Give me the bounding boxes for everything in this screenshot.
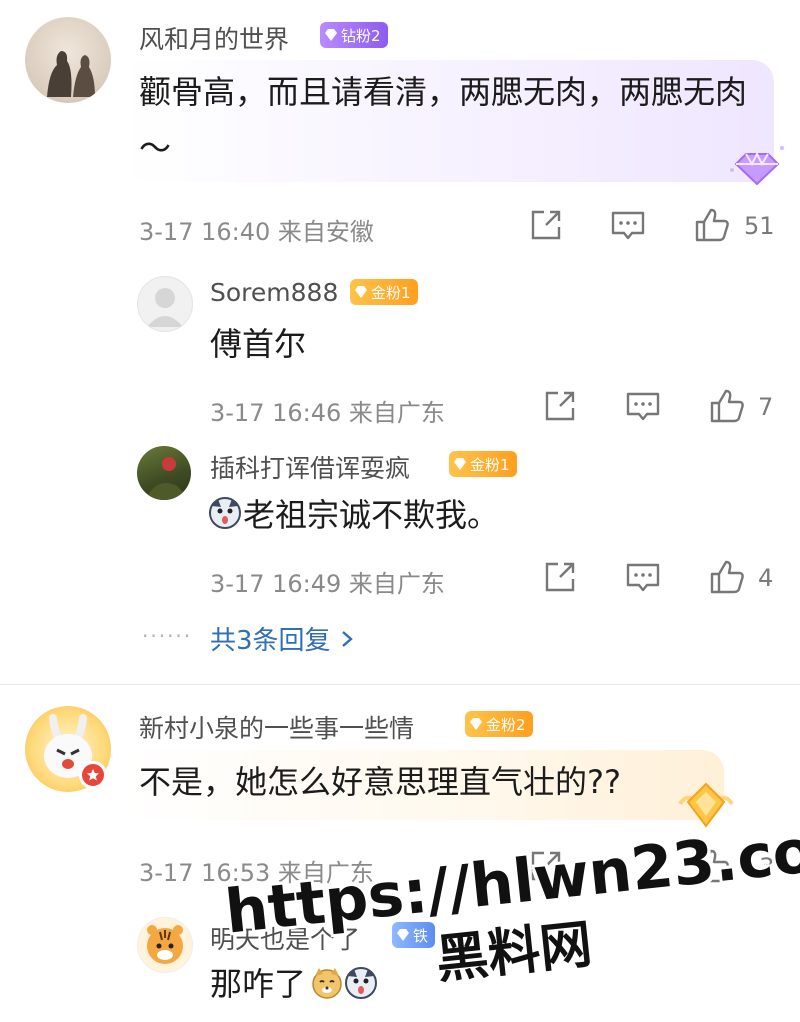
comment-divider	[0, 684, 800, 685]
avatar[interactable]	[25, 17, 111, 103]
share-icon[interactable]	[526, 205, 566, 245]
avatar-image	[145, 457, 191, 500]
fan-badge[interactable]: 金粉1	[449, 451, 517, 477]
more-dots: ······	[142, 624, 193, 648]
reply-username[interactable]: Sorem888	[210, 278, 338, 307]
husky-emoji-icon	[345, 967, 377, 999]
doge-emoji-icon	[312, 968, 342, 999]
gold-gem-icon	[355, 286, 367, 298]
tiger-avatar-icon	[147, 925, 183, 964]
comment-icon[interactable]	[608, 205, 648, 245]
watermark-site-name: 黑料网	[433, 914, 595, 991]
comment-text: 颧骨高，而且请看清，两腮无肉，两腮无肉～	[139, 73, 748, 167]
diamond-icon	[325, 29, 337, 41]
diamond-decoration-icon	[730, 146, 784, 186]
reply-text: 那咋了	[210, 965, 307, 1003]
view-more-replies-link[interactable]: 共3条回复	[210, 620, 355, 657]
fan-badge[interactable]: 金粉1	[350, 279, 418, 305]
gold-gem-icon	[454, 458, 466, 470]
thumbs-up-icon[interactable]	[692, 205, 732, 245]
like-count: 51	[744, 212, 775, 240]
fan-badge-label: 金粉1	[470, 455, 510, 474]
fan-badge-label: 金粉2	[486, 715, 526, 734]
fan-badge[interactable]: 金粉2	[465, 711, 533, 737]
comment-username[interactable]: 风和月的世界	[139, 20, 289, 56]
avatar-image	[47, 51, 95, 97]
avatar[interactable]	[137, 276, 193, 332]
comment-icon[interactable]	[623, 386, 663, 426]
reply-username[interactable]: 插科打诨借诨耍疯	[210, 449, 410, 485]
default-avatar-icon	[147, 288, 183, 327]
thumbs-up-icon[interactable]	[707, 557, 747, 597]
reply-text: 老祖宗诚不欺我。	[243, 496, 500, 534]
reply-text: 傅首尔	[210, 325, 307, 363]
thumbs-up-icon[interactable]	[707, 386, 747, 426]
verified-badge-icon	[79, 761, 107, 789]
comment-icon[interactable]	[623, 557, 663, 597]
avatar[interactable]	[137, 446, 191, 500]
avatar[interactable]	[137, 917, 193, 973]
share-icon[interactable]	[540, 557, 580, 597]
like-count: 4	[758, 564, 774, 592]
more-replies-label: 共3条回复	[210, 626, 331, 656]
fan-badge-label: 金粉1	[371, 283, 411, 302]
reply-time: 3-17 16:46 来自广东	[210, 399, 445, 427]
husky-emoji-icon	[209, 497, 241, 529]
comment-username[interactable]: 新村小泉的一些事一些情	[139, 709, 414, 745]
reply-time: 3-17 16:49 来自广东	[210, 570, 445, 598]
chevron-right-icon	[341, 630, 353, 647]
share-icon[interactable]	[540, 386, 580, 426]
fan-badge[interactable]: 钻粉2	[320, 22, 388, 48]
fan-badge-label: 钻粉2	[341, 26, 381, 45]
comment-time: 3-17 16:40 来自安徽	[139, 218, 374, 246]
comment-text: 不是，她怎么好意思理直气壮的??	[139, 763, 621, 801]
gold-gem-icon	[470, 718, 482, 730]
diamond-icon	[397, 929, 409, 941]
like-count: 7	[758, 393, 774, 421]
